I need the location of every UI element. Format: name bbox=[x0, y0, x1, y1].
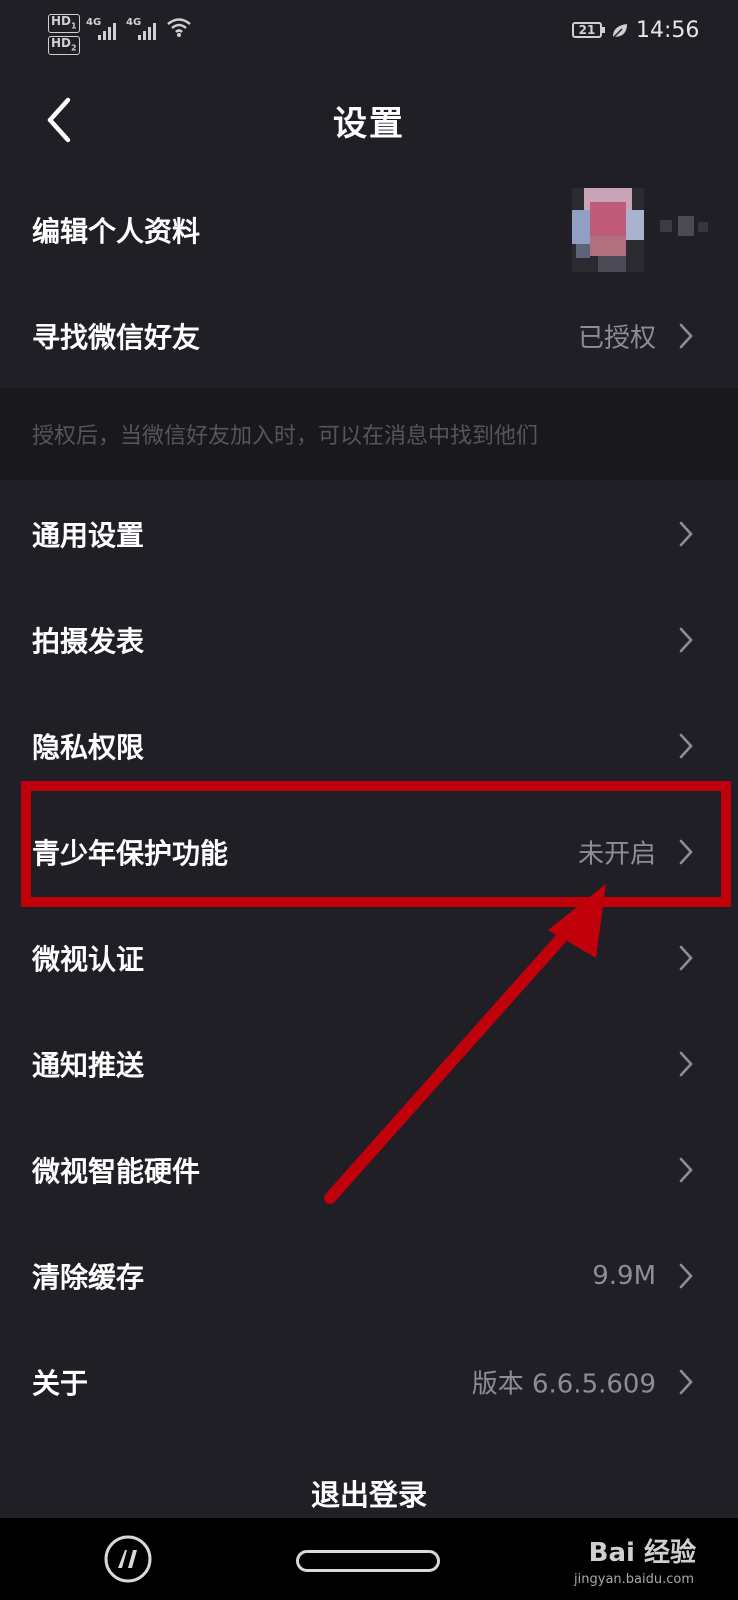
chevron-right-icon bbox=[679, 1051, 693, 1077]
row-label: 清除缓存 bbox=[32, 1261, 145, 1294]
status-bar: HD1 HD2 4G 4G 21 14:56 bbox=[0, 0, 738, 60]
clock: 14:56 bbox=[636, 18, 700, 43]
row-label: 关于 bbox=[32, 1367, 89, 1400]
avatar[interactable] bbox=[572, 188, 644, 272]
chevron-right-icon bbox=[679, 627, 693, 653]
app-launcher-icon[interactable] bbox=[103, 1534, 153, 1584]
row-value: 9.9M bbox=[592, 1261, 656, 1291]
settings-row-teen-protection[interactable]: 青少年保护功能 未开启 bbox=[0, 800, 738, 904]
row-label: 微视认证 bbox=[32, 943, 145, 976]
system-nav-bar: Bai 经验 jingyan.baidu.com bbox=[0, 1518, 738, 1600]
hd-indicator-1: HD1 bbox=[48, 14, 80, 34]
watermark-url: jingyan.baidu.com bbox=[574, 1572, 694, 1587]
logout-button[interactable]: 退出登录 bbox=[0, 1472, 738, 1514]
settings-row-clear-cache[interactable]: 清除缓存 9.9M bbox=[0, 1224, 738, 1328]
chevron-right-icon bbox=[679, 323, 693, 349]
row-label: 寻找微信好友 bbox=[32, 321, 201, 354]
chevron-right-icon bbox=[679, 1369, 693, 1395]
row-label: 编辑个人资料 bbox=[32, 215, 201, 248]
chevron-right-icon bbox=[679, 733, 693, 759]
row-label: 青少年保护功能 bbox=[32, 837, 229, 870]
power-saving-leaf-icon bbox=[612, 24, 627, 39]
chevron-right-icon bbox=[679, 839, 693, 865]
chevron-right-icon bbox=[679, 1263, 693, 1289]
row-label: 拍摄发表 bbox=[32, 625, 145, 658]
settings-row-privacy[interactable]: 隐私权限 bbox=[0, 694, 738, 798]
settings-row-wechat-friends[interactable]: 寻找微信好友 已授权 bbox=[0, 284, 738, 388]
row-label: 通知推送 bbox=[32, 1049, 145, 1082]
settings-row-about[interactable]: 关于 版本 6.6.5.609 bbox=[0, 1330, 738, 1434]
hd-indicator-2: HD2 bbox=[48, 36, 80, 56]
chevron-right-icon bbox=[679, 1157, 693, 1183]
signal-icon bbox=[98, 20, 116, 40]
settings-row-verification[interactable]: 微视认证 bbox=[0, 906, 738, 1010]
row-value: 版本 6.6.5.609 bbox=[471, 1369, 656, 1400]
row-label: 通用设置 bbox=[32, 519, 145, 552]
settings-row-notifications[interactable]: 通知推送 bbox=[0, 1012, 738, 1116]
settings-row-smart-hardware[interactable]: 微视智能硬件 bbox=[0, 1118, 738, 1222]
row-label: 微视智能硬件 bbox=[32, 1155, 201, 1188]
chevron-right-icon bbox=[679, 945, 693, 971]
battery-icon: 21 bbox=[572, 22, 605, 38]
watermark-logo: Bai 经验 bbox=[588, 1538, 696, 1568]
settings-row-general[interactable]: 通用设置 bbox=[0, 482, 738, 586]
row-value: 已授权 bbox=[577, 323, 656, 354]
wifi-icon bbox=[167, 18, 191, 37]
page-title: 设置 bbox=[333, 104, 405, 144]
wechat-hint-section: 授权后，当微信好友加入时，可以在消息中找到他们 bbox=[0, 388, 738, 480]
username-blurred bbox=[660, 216, 708, 236]
header: 设置 bbox=[0, 60, 738, 180]
settings-row-shooting[interactable]: 拍摄发表 bbox=[0, 588, 738, 692]
row-value: 未开启 bbox=[577, 839, 656, 870]
chevron-right-icon bbox=[679, 521, 693, 547]
wechat-hint-text: 授权后，当微信好友加入时，可以在消息中找到他们 bbox=[32, 424, 539, 449]
home-pill-button[interactable] bbox=[296, 1550, 440, 1572]
row-label: 隐私权限 bbox=[32, 731, 145, 764]
signal-icon bbox=[138, 20, 156, 40]
